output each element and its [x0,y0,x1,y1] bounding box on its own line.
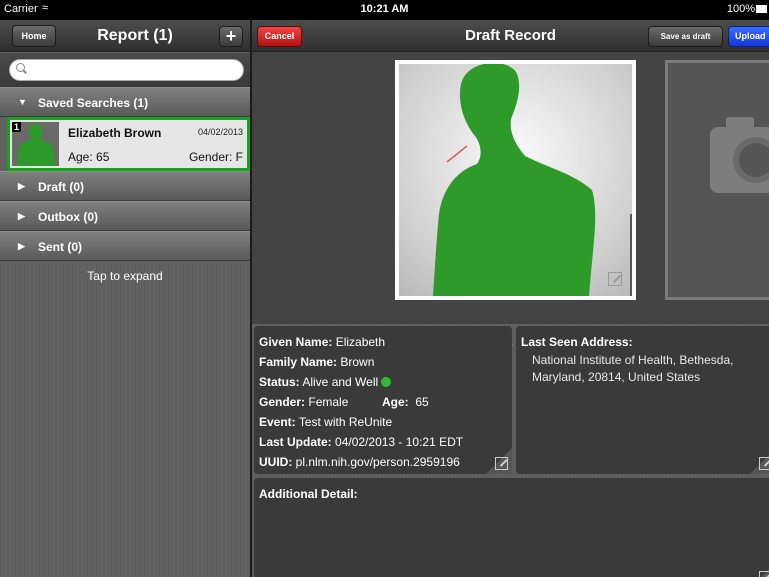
add-report-button[interactable]: + [219,26,243,47]
saved-search-item[interactable]: 1 Elizabeth Brown 04/02/2013 Age: 65 Gen… [7,117,250,171]
field-label: Last Update: [259,435,332,449]
collapsed-triangle-icon: ▶ [18,181,25,191]
person-thumbnail: 1 [12,122,59,166]
address-label: Last Seen Address: [521,335,633,349]
address-label-text: Last Seen Address: [521,335,633,349]
left-navbar: Home Report (1) + [0,20,250,52]
add-photo-placeholder[interactable] [665,60,769,300]
family-name-row: Family Name: Brown [259,355,374,369]
field-label: Given Name: [259,335,333,349]
address-card: Last Seen Address: National Institute of… [516,326,769,474]
uuid-value: pl.nlm.nih.gov/person.2959196 [295,455,460,469]
field-label: Gender: [259,395,306,409]
photo-image [399,64,632,296]
last-update-row: Last Update: 04/02/2013 - 10:21 EDT [259,435,463,449]
item-index-badge: 1 [12,122,22,132]
edit-address-icon[interactable] [759,457,769,470]
section-outbox[interactable]: ▶ Outbox (0) [0,201,250,231]
silhouette-photo-icon [433,64,632,296]
section-label: Outbox (0) [38,210,98,224]
section-saved-searches[interactable]: ▼ Saved Searches (1) [0,87,250,117]
gender-value: Female [308,395,349,409]
uuid-row: UUID: pl.nlm.nih.gov/person.2959196 [259,455,460,469]
person-age: Age: 65 [68,150,110,164]
person-info-card: Given Name: Elizabeth Family Name: Brown… [254,326,512,474]
save-as-draft-button[interactable]: Save as draft [648,26,723,47]
additional-detail-label: Additional Detail: [259,487,358,501]
collapsed-triangle-icon: ▶ [18,211,25,221]
record-date: 04/02/2013 [197,127,243,137]
field-label: UUID: [259,455,293,469]
section-label: Saved Searches (1) [38,96,149,110]
edit-info-icon[interactable] [495,457,508,470]
family-name-value: Brown [340,355,375,369]
left-title: Report (1) [97,27,173,44]
status-row: Status: Alive and Well [259,375,392,389]
draft-record-pane: Draft Record Cancel Save as draft Upload… [252,20,769,577]
section-sent[interactable]: ▶ Sent (0) [0,231,250,261]
right-navbar: Draft Record Cancel Save as draft Upload [252,20,769,52]
search-input[interactable] [9,59,244,81]
age-value: 65 [415,395,429,409]
home-button[interactable]: Home [12,25,56,47]
address-line-2: Maryland, 20814, United States [532,370,701,384]
event-value: Test with ReUnite [298,415,393,429]
edit-photo-icon[interactable] [608,272,622,286]
address-line-1: National Institute of Health, Bethesda, [532,353,734,367]
expanded-triangle-icon: ▼ [18,97,27,107]
person-name: Elizabeth Brown [68,126,162,140]
person-gender: Gender: F [188,150,243,164]
section-label: Draft (0) [38,180,85,194]
gender-row: Gender: Female [259,395,348,409]
additional-detail-card: Additional Detail: [254,478,769,577]
event-row: Event: Test with ReUnite [259,415,392,429]
given-name-value: Elizabeth [335,335,386,349]
tap-to-expand-hint: Tap to expand [87,269,163,283]
clock: 10:21 AM [360,3,409,15]
age-row: Age: 65 [382,395,429,409]
given-name-row: Given Name: Elizabeth [259,335,385,349]
field-label: Event: [259,415,296,429]
search-bar [0,53,250,87]
last-update-value: 04/02/2013 - 10:21 EDT [335,435,464,449]
status-indicator-icon [381,377,392,387]
search-icon [16,63,25,72]
field-label: Family Name: [259,355,338,369]
edit-detail-icon[interactable] [759,571,769,577]
person-photo[interactable] [395,60,636,300]
field-label: Age: [382,395,409,409]
battery-icon [756,5,767,13]
section-label: Sent (0) [38,240,83,254]
photo-carousel[interactable]: •• [252,52,769,349]
upload-button[interactable]: Upload [728,26,769,47]
battery-level: 100% [726,3,755,15]
field-label: Status: [259,375,300,389]
collapsed-triangle-icon: ▶ [18,241,25,251]
section-draft[interactable]: ▶ Draft (0) [0,171,250,201]
status-bar: Carrier ≈ 10:21 AM 100% [0,0,769,20]
report-list-pane: Home Report (1) + ▼ Saved Searches (1) 1… [0,20,250,577]
status-value: Alive and Well [302,375,379,389]
cancel-button[interactable]: Cancel [257,26,302,47]
additional-detail-label-text: Additional Detail: [259,487,358,501]
